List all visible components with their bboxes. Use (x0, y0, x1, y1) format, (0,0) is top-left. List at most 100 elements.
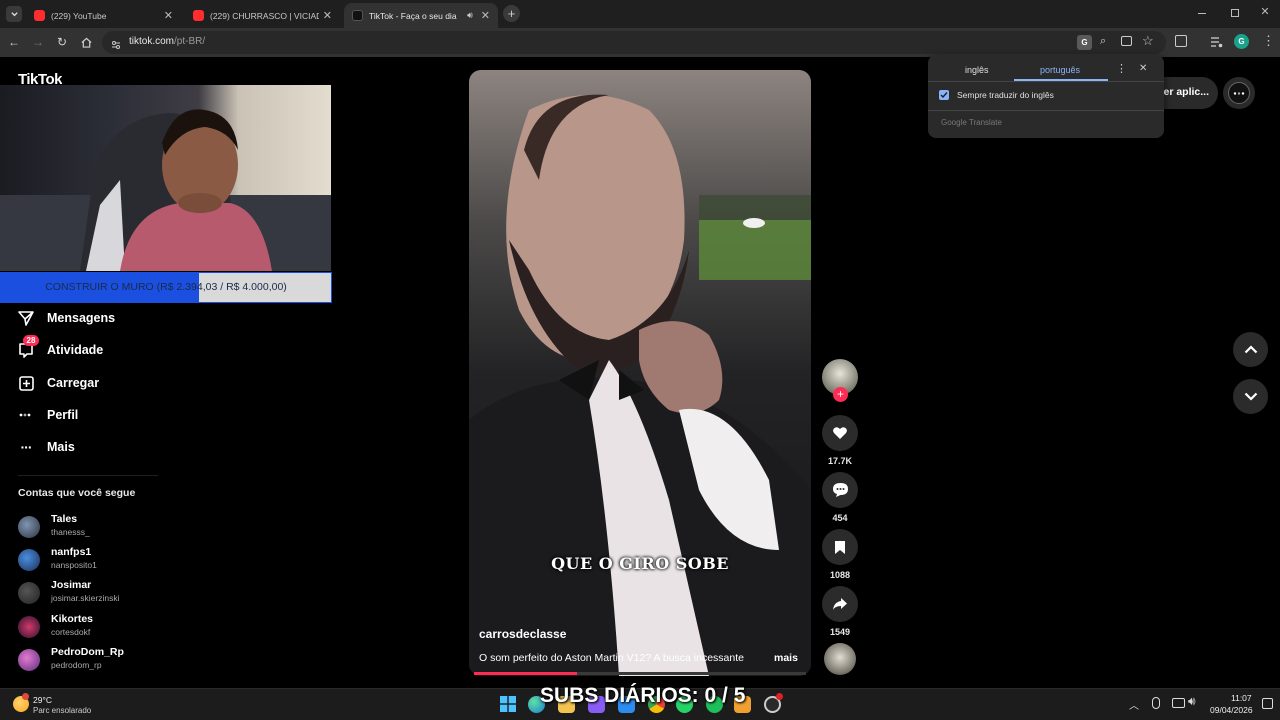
arrow-left-icon: ← (8, 35, 20, 49)
browser-tab-strip: (229) YouTube ✕ (229) CHURRASCO | VICIAD… (0, 0, 1280, 28)
user-avatar-button[interactable] (1223, 77, 1255, 109)
maximize-button[interactable] (1228, 6, 1242, 20)
sound-disc-button[interactable] (822, 643, 858, 675)
volume-icon[interactable]: 🔊︎ (1188, 694, 1196, 709)
clock-time[interactable]: 11:07 (1231, 693, 1252, 703)
always-translate-checkbox[interactable] (939, 90, 949, 100)
maximize-icon (1231, 9, 1239, 17)
share-button[interactable]: 1549 (822, 586, 858, 637)
video-progress-bar[interactable] (474, 672, 806, 675)
follow-plus-icon[interactable]: + (833, 387, 848, 402)
translate-icon[interactable]: G (1077, 35, 1092, 50)
translate-tab-target[interactable]: português (1040, 65, 1080, 75)
activity-badge: 28 (23, 335, 39, 346)
windows-logo-icon (500, 696, 516, 712)
zoom-icon[interactable]: ⌕ (1100, 35, 1106, 48)
arrow-right-icon: → (32, 35, 44, 49)
next-video-button[interactable] (1233, 379, 1268, 414)
like-button[interactable]: 17.7K (822, 415, 858, 466)
nav-item-carregar[interactable]: Carregar (18, 372, 99, 394)
close-icon[interactable]: ✕ (164, 9, 173, 22)
donation-goal-label: CONSTRUIR O MURO (R$ 2.394,03 / R$ 4.000… (45, 281, 287, 293)
obs-icon[interactable] (764, 693, 783, 713)
comment-count: 454 (832, 513, 848, 523)
close-icon[interactable]: ✕ (323, 9, 332, 22)
video-player[interactable]: QUE O GIRO SOBE carrosdeclasse O som per… (469, 70, 811, 676)
tab-youtube-2[interactable]: (229) CHURRASCO | VICIADO E ✕ (185, 3, 340, 28)
checkmark-icon (940, 92, 948, 99)
previous-video-button[interactable] (1233, 332, 1268, 367)
activity-icon: 28 (18, 335, 39, 358)
nav-label: Perfil (47, 408, 79, 422)
start-button[interactable] (500, 696, 516, 712)
share-icon (833, 598, 847, 610)
media-control-icon[interactable] (1210, 35, 1223, 48)
close-icon[interactable]: ✕ (481, 9, 490, 22)
home-icon (81, 37, 91, 48)
notification-icon[interactable] (1262, 698, 1273, 709)
forward-button[interactable]: → (30, 34, 46, 50)
nav-item-mensagens[interactable]: Mensagens (18, 307, 115, 329)
profile-avatar[interactable]: G (1234, 34, 1249, 49)
account-handle: pedrodom_rp (51, 660, 102, 670)
comment-button[interactable]: 454 (822, 472, 858, 523)
profile-icon (18, 407, 34, 423)
microphone-icon[interactable] (1152, 697, 1160, 709)
extensions-icon[interactable] (1175, 35, 1187, 47)
messages-icon (18, 310, 34, 326)
bookmark-star-icon[interactable]: ☆ (1142, 33, 1154, 49)
upload-icon (18, 375, 34, 391)
video-description: O som perfeito do Aston Martin V12? A bu… (479, 652, 744, 664)
network-icon[interactable] (1172, 698, 1185, 708)
nav-item-perfil[interactable]: Perfil (18, 404, 78, 426)
video-more-link[interactable]: mais (774, 652, 798, 664)
save-button[interactable]: 1088 (822, 529, 858, 580)
account-name: Tales (51, 513, 78, 525)
minimize-icon (1198, 13, 1206, 14)
weather-temp: 29°C (33, 695, 52, 705)
account-handle: josimar.skierzinski (51, 593, 120, 603)
save-count: 1088 (829, 570, 851, 580)
site-info-icon[interactable] (111, 37, 121, 49)
account-handle: thanesss_ (51, 527, 90, 537)
youtube-icon (34, 10, 45, 21)
speaker-icon[interactable]: 🔊︎ (467, 10, 473, 21)
translate-tab-source[interactable]: inglês (965, 65, 989, 75)
translate-close-button[interactable]: ✕ (1139, 63, 1147, 74)
tiktok-icon (352, 10, 363, 21)
video-author[interactable]: carrosdeclasse (479, 627, 566, 641)
author-avatar-button[interactable]: + (822, 359, 858, 402)
new-tab-button[interactable]: + (503, 5, 520, 22)
account-name: Josimar (51, 579, 92, 591)
translate-options-button[interactable]: ⋮ (1116, 62, 1127, 75)
url-text[interactable]: tiktok.com/pt-BR/ (129, 36, 205, 47)
google-translate-footer: Google Translate (941, 118, 1002, 127)
nav-item-mais[interactable]: ··· Mais (18, 436, 75, 458)
tab-tiktok[interactable]: TikTok - Faça o seu dia 🔊︎ ✕ (344, 3, 498, 28)
close-window-button[interactable]: ✕ (1258, 5, 1272, 19)
avatar-dots-icon (1233, 91, 1245, 95)
home-button[interactable] (78, 34, 94, 50)
tab-search-button[interactable] (6, 6, 22, 22)
address-bar[interactable]: tiktok.com/pt-BR/ G ⌕ ☆ (102, 31, 1166, 54)
install-app-icon[interactable] (1121, 36, 1132, 46)
avatar (18, 516, 40, 538)
back-button[interactable]: ← (6, 34, 22, 50)
nav-item-atividade[interactable]: 28 Atividade (18, 335, 103, 361)
menu-kebab-icon[interactable]: ⋮ (1262, 33, 1275, 49)
video-caption-overlay: QUE O GIRO SOBE (551, 554, 729, 573)
chevron-up-icon (1244, 345, 1257, 354)
tray-overflow-icon[interactable]: ︿ (1129, 697, 1139, 712)
clock-date[interactable]: 09/04/2026 (1210, 705, 1253, 715)
weather-widget[interactable]: 29°C Parc ensolarado (10, 692, 120, 718)
nav-label: Carregar (47, 376, 100, 390)
tab-title: TikTok - Faça o seu dia (369, 10, 457, 21)
reload-button[interactable]: ↻ (54, 34, 70, 50)
minimize-button[interactable] (1195, 6, 1209, 20)
avatar (1228, 82, 1250, 104)
always-translate-label[interactable]: Sempre traduzir do inglês (957, 90, 1054, 100)
tab-youtube-1[interactable]: (229) YouTube ✕ (26, 3, 181, 28)
tiktok-page: TikTok CONSTRUIR O MURO (R$ 2.394,03 / R… (0, 57, 1280, 688)
heart-icon (833, 427, 847, 439)
nav-label: Mais (47, 440, 75, 454)
